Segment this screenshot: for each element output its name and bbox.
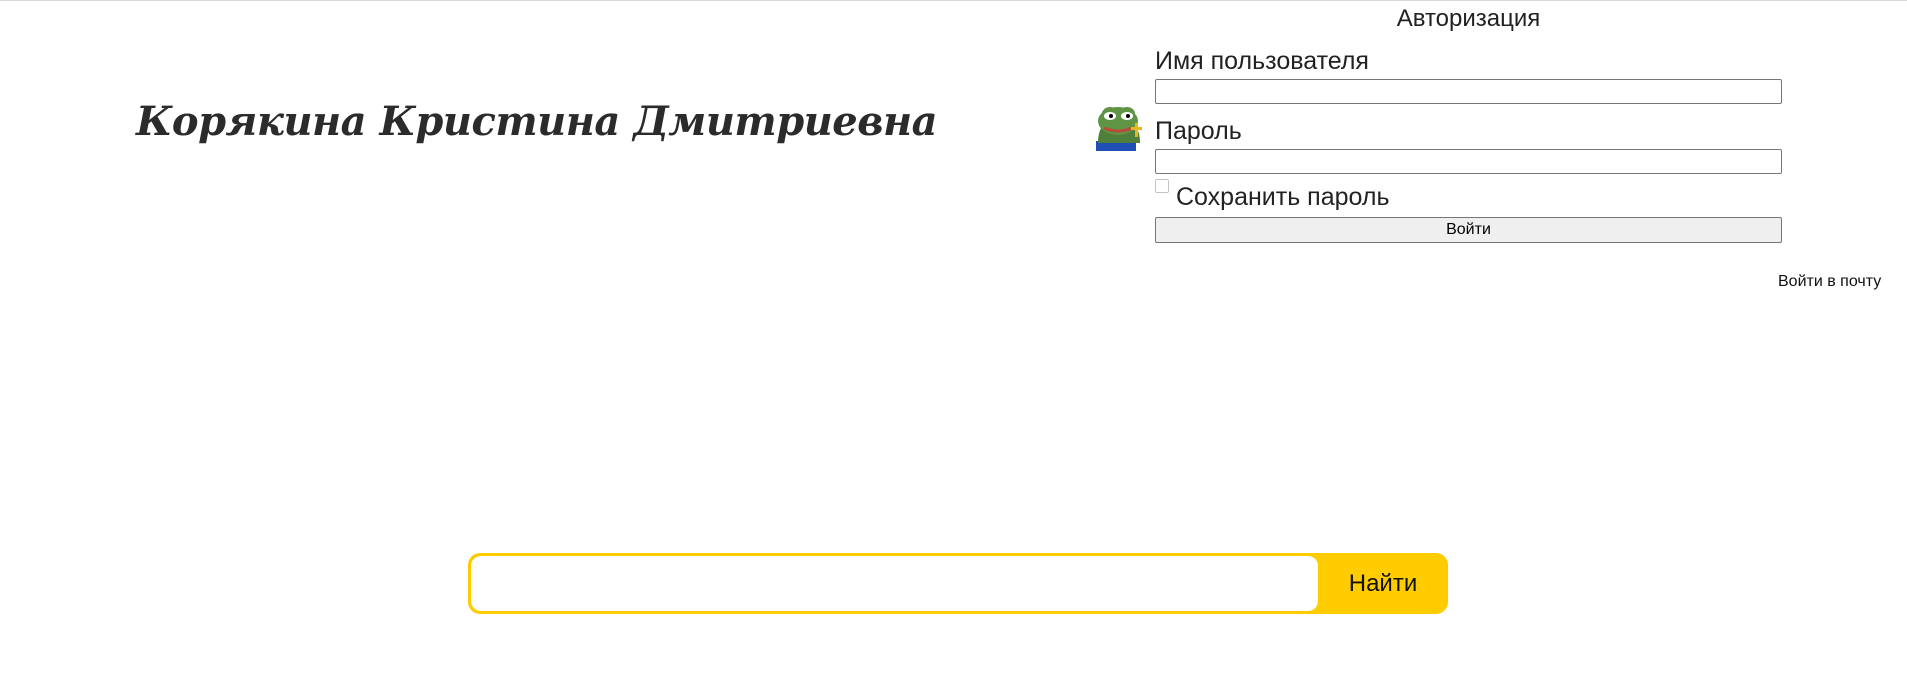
auth-title: Авторизация xyxy=(1396,5,1541,32)
search-bar: Найти xyxy=(468,553,1448,614)
page: Корякина Кристина Дмитриевна Авторизация… xyxy=(0,0,1907,700)
search-input[interactable] xyxy=(471,556,1318,611)
remember-checkbox[interactable] xyxy=(1155,179,1169,193)
username-input[interactable] xyxy=(1155,79,1782,104)
search-button[interactable]: Найти xyxy=(1318,553,1448,614)
top-divider xyxy=(0,0,1907,1)
login-button[interactable]: Войти xyxy=(1155,217,1782,243)
remember-row: Сохранить пароль xyxy=(1155,179,1782,211)
frog-avatar-icon xyxy=(1096,101,1146,151)
username-label: Имя пользователя xyxy=(1155,47,1369,75)
mail-login-link[interactable]: Войти в почту xyxy=(1778,273,1881,291)
auth-form: Авторизация Имя пользователя Пароль Сохр… xyxy=(1155,4,1782,243)
site-title: Корякина Кристина Дмитриевна xyxy=(136,98,938,145)
password-input[interactable] xyxy=(1155,149,1782,174)
password-label: Пароль xyxy=(1155,117,1242,145)
remember-label: Сохранить пароль xyxy=(1176,183,1390,211)
